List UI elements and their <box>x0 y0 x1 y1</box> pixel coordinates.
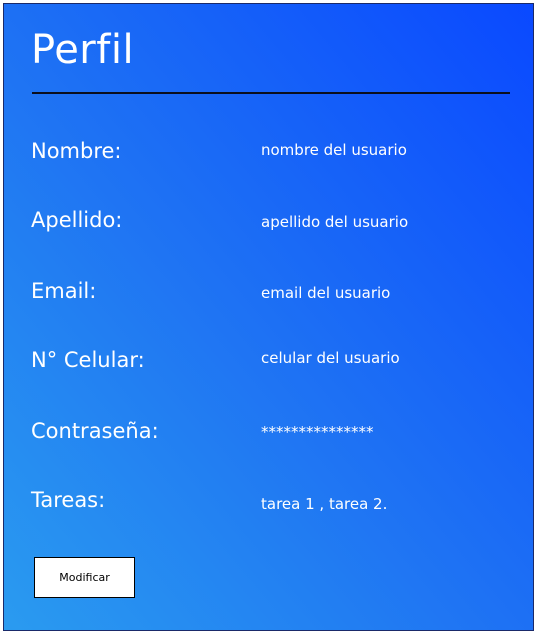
profile-card: Perfil Nombre: nombre del usuario Apelli… <box>3 3 534 631</box>
lastname-value: apellido del usuario <box>261 213 409 231</box>
password-label: Contraseña: <box>31 419 159 443</box>
name-label: Nombre: <box>31 139 122 163</box>
phone-value: celular del usuario <box>261 349 400 367</box>
name-value: nombre del usuario <box>261 141 407 159</box>
lastname-label: Apellido: <box>31 208 123 232</box>
password-value: *************** <box>261 423 374 441</box>
phone-label: N° Celular: <box>31 348 145 372</box>
email-value: email del usuario <box>261 284 391 302</box>
email-label: Email: <box>31 279 97 303</box>
tasks-value: tarea 1 , tarea 2. <box>261 495 388 513</box>
page-title: Perfil <box>31 27 135 73</box>
modify-button[interactable]: Modificar <box>34 557 135 598</box>
title-divider <box>32 92 510 94</box>
tasks-label: Tareas: <box>31 488 106 512</box>
